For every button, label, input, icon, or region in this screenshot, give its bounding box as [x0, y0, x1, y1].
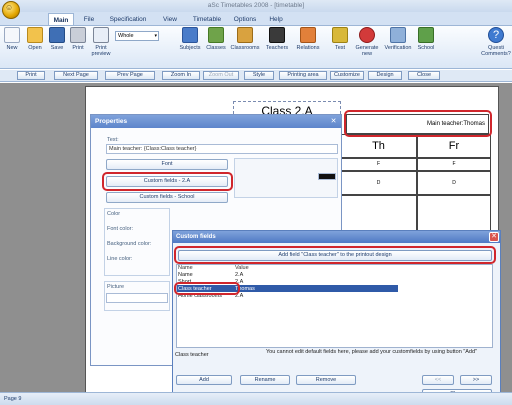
text-label: Text:	[107, 137, 119, 143]
verification-button[interactable]: Verification	[382, 27, 414, 51]
properties-title: Properties	[91, 115, 341, 128]
new-button[interactable]: New	[2, 27, 22, 51]
print-button[interactable]: Print	[68, 27, 88, 51]
font-button[interactable]: Font	[106, 159, 228, 170]
classrooms-button[interactable]: Classrooms	[228, 27, 262, 51]
text-field[interactable]: Main teacher: {Class:Class teacher}	[106, 144, 338, 154]
timetable-slot: F	[340, 158, 417, 171]
classrooms-icon	[237, 27, 253, 43]
new-document-icon	[4, 27, 20, 43]
test-button[interactable]: Test	[330, 27, 350, 51]
printer-icon	[70, 27, 86, 43]
timetable-slot: D	[417, 171, 491, 195]
generate-new-button[interactable]: Generate new	[352, 27, 382, 57]
custom-fields-list[interactable]	[176, 264, 493, 348]
add-button[interactable]: Add	[176, 375, 232, 385]
selected-field-label: Class teacher	[175, 352, 209, 358]
remove-button[interactable]: Remove	[296, 375, 356, 385]
printing-area-button[interactable]: Printing area	[279, 71, 327, 80]
question-icon: ?	[488, 27, 504, 43]
column-header-name[interactable]: Name	[178, 265, 193, 271]
timetable-slot	[340, 195, 417, 231]
timetable-slot	[417, 195, 491, 231]
add-field-highlight	[174, 246, 496, 264]
window-title-bar: aSc Timetables 2008 - [timetable]	[0, 0, 512, 12]
line-color-label: Line color:	[107, 256, 133, 262]
background-color-label: Background color:	[107, 241, 152, 247]
school-icon	[418, 27, 434, 43]
teachers-button[interactable]: Teachers	[262, 27, 292, 51]
rename-button[interactable]: Rename	[240, 375, 290, 385]
close-icon[interactable]: ✕	[489, 232, 499, 242]
page-indicator: Page 9	[4, 396, 22, 402]
print-preview-button[interactable]: Print preview	[88, 27, 114, 57]
subjects-button[interactable]: Subjects	[176, 27, 204, 51]
teacher-icon	[269, 27, 285, 43]
zoom-out-button[interactable]: Zoom Out	[203, 71, 239, 80]
list-item-value: 2.A	[235, 272, 244, 278]
next-page-button[interactable]: Next Page	[54, 71, 98, 80]
relations-button[interactable]: Relations	[292, 27, 324, 51]
classes-button[interactable]: Classes	[204, 27, 228, 51]
day-header-th: Th	[340, 134, 417, 158]
chevron-down-icon: ▾	[154, 33, 157, 39]
list-item-name: Name	[178, 272, 193, 278]
prev-page-button[interactable]: Prev Page	[105, 71, 155, 80]
customize-button[interactable]: Customize	[330, 71, 364, 80]
app-logo-icon: ☺	[5, 3, 14, 12]
school-button[interactable]: School	[415, 27, 437, 51]
class-teacher-highlight	[174, 282, 240, 295]
main-teacher-highlight	[344, 110, 492, 137]
zoom-in-button[interactable]: Zoom In	[162, 71, 200, 80]
picture-field[interactable]	[106, 293, 168, 303]
design-button[interactable]: Design	[368, 71, 402, 80]
column-header-value[interactable]: Value	[235, 265, 249, 271]
custom-fields-highlight	[102, 172, 233, 191]
view-select[interactable]: Whole ▾	[115, 31, 159, 41]
subjects-icon	[182, 27, 198, 43]
day-header-fr: Fr	[417, 134, 491, 158]
questions-button[interactable]: ? Questi Comments?	[480, 27, 512, 57]
next-button[interactable]: >>	[460, 375, 492, 385]
close-icon[interactable]: ✕	[329, 117, 338, 126]
magnifier-page-icon	[93, 27, 109, 43]
info-text: You cannot edit default fields here, ple…	[266, 349, 478, 355]
close-toolbar-button[interactable]: Close	[408, 71, 440, 80]
custom-fields-title: Custom fields	[173, 231, 500, 243]
picture-label: Picture	[107, 284, 125, 290]
color-group-label: Color	[107, 211, 121, 217]
save-button[interactable]: Save	[47, 27, 67, 51]
test-icon	[332, 27, 348, 43]
print-toolbar-button[interactable]: Print	[17, 71, 45, 80]
status-bar: Page 9	[0, 392, 512, 405]
previous-button[interactable]: <<	[422, 375, 454, 385]
relations-icon	[300, 27, 316, 43]
verification-icon	[390, 27, 406, 43]
font-color-label: Font color:	[107, 226, 133, 232]
timetable-slot: D	[340, 171, 417, 195]
window-title: aSc Timetables 2008 - [timetable]	[207, 2, 305, 9]
line-style-sample	[318, 173, 336, 180]
timetable-slot: F	[417, 158, 491, 171]
custom-fields-school-button[interactable]: Custom fields - School	[106, 192, 228, 203]
floppy-disk-icon	[49, 27, 65, 43]
generate-icon	[359, 27, 375, 43]
folder-icon	[27, 27, 43, 43]
classes-icon	[208, 27, 224, 43]
open-button[interactable]: Open	[24, 27, 46, 51]
style-button[interactable]: Style	[244, 71, 274, 80]
